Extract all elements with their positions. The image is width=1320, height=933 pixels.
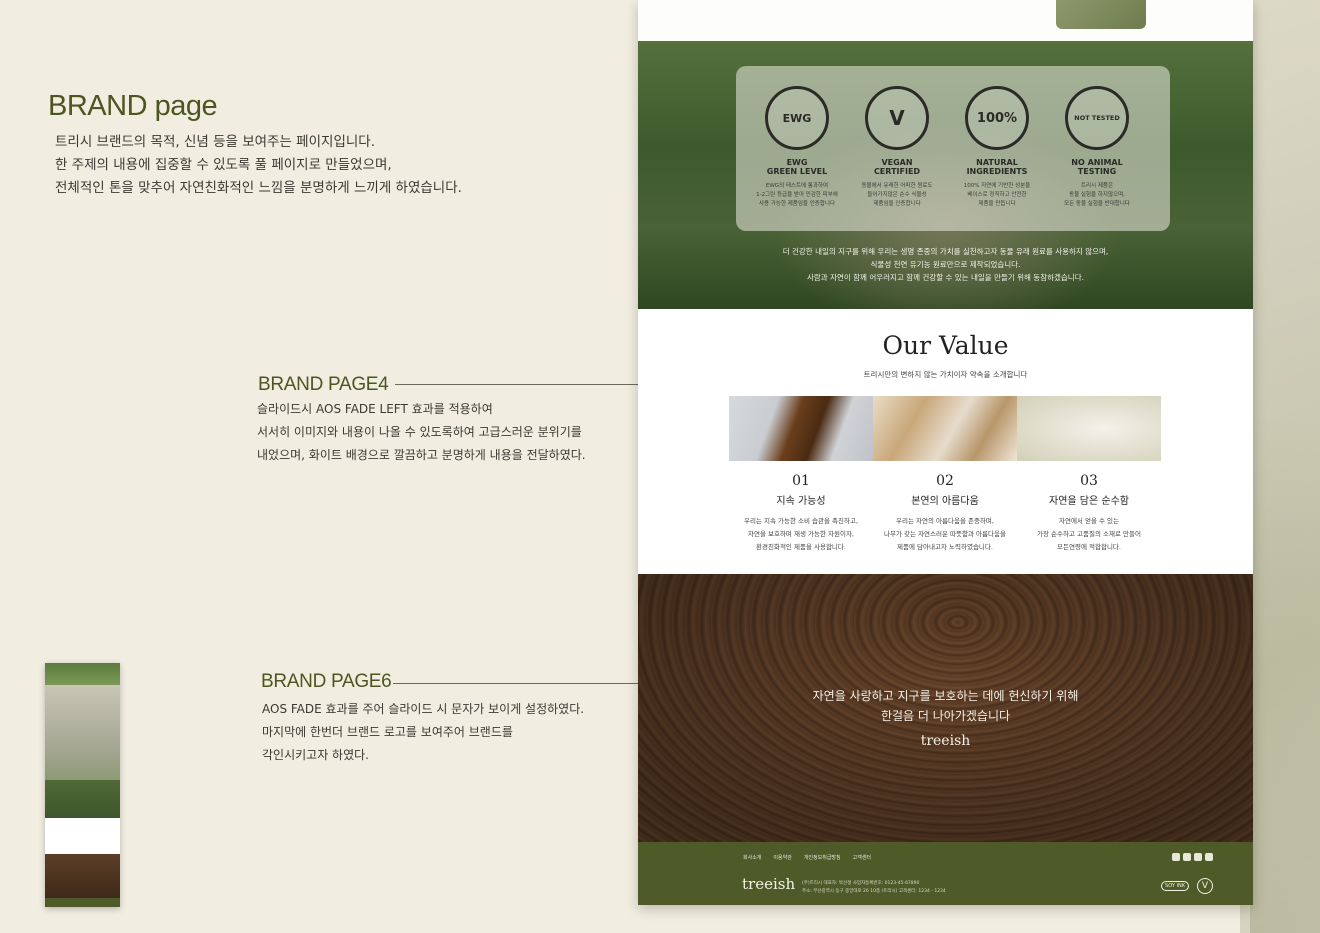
our-value-subtitle: 트리시만의 변하지 않는 가치이자 약속을 소개합니다: [863, 370, 1028, 379]
value-image-brush: [873, 396, 1017, 461]
section-label-page6: BRAND PAGE6: [261, 671, 392, 692]
value-name: 자연을 담은 순수함: [1049, 496, 1129, 507]
certification-box: EWG EWG GREEN LEVEL EWG의 테스트에 통과하여 1-2그린…: [736, 66, 1170, 231]
full-page-thumbnail: [45, 663, 120, 907]
our-value-title: Our Value: [882, 331, 1009, 360]
cert-name: NO ANIMAL TESTING: [1071, 158, 1123, 176]
top-strip: [638, 0, 1253, 41]
thumb-value: [45, 818, 120, 854]
our-value-section: Our Value 트리시만의 변하지 않는 가치이자 약속을 소개합니다 01…: [638, 309, 1253, 574]
thumb-story: [45, 685, 120, 780]
facebook-icon[interactable]: [1205, 853, 1213, 861]
brand-page-preview: EWG EWG GREEN LEVEL EWG의 테스트에 통과하여 1-2그린…: [638, 0, 1253, 905]
value-image-leaf: [1017, 396, 1161, 461]
footer-logo[interactable]: treeish: [742, 875, 795, 893]
footer-company-info: (주)트리시 대표자: 박선생 사업자등록번호: 0123-45-67890 주…: [802, 881, 946, 894]
cert-text: EWG의 테스트에 통과하여 1-2그린 등급을 받아 민감한 피부에 사용 가…: [756, 183, 838, 207]
top-leaf-image: [1056, 0, 1146, 29]
thumb-hero: [45, 663, 120, 685]
value-item-1: 01 지속 가능성 우리는 지속 가능한 소비 습관을 촉진하고, 자연을 보호…: [729, 396, 873, 554]
section-desc-line: 내었으며, 화이트 배경으로 깔끔하고 분명하게 내용을 전달하였다.: [257, 448, 586, 462]
value-text: 우리는 지속 가능한 소비 습관을 촉진하고, 자연을 보호하며 재생 가능한 …: [743, 517, 859, 551]
tree-ring-section: 자연을 사랑하고 지구를 보호하는 데에 헌신하기 위해 한걸음 더 나아가겠습…: [638, 574, 1253, 842]
cert-natural: 100% NATURAL INGREDIENTS 100% 자연에 기반한 성분…: [952, 86, 1042, 209]
brand-page-title: BRAND page: [48, 90, 218, 122]
section-desc-line: 서서히 이미지와 내용이 나올 수 있도록하여 고급스러운 분위기를: [257, 425, 582, 439]
youtube-icon[interactable]: [1194, 853, 1202, 861]
forest-statement: 더 건강한 내일의 지구를 위해 우리는 생명 존중의 가치를 실천하고자 동물…: [782, 247, 1109, 282]
value-number: 01: [792, 473, 810, 489]
footer-links: 회사소개 이용약관 개인정보취급방침 고객센터: [743, 854, 871, 861]
thumb-cert: [45, 780, 120, 818]
cert-ewg: EWG EWG GREEN LEVEL EWG의 테스트에 통과하여 1-2그린…: [752, 86, 842, 209]
site-footer: 회사소개 이용약관 개인정보취급방침 고객센터 treeish (주)트리시 대…: [638, 842, 1253, 905]
footer-link-terms[interactable]: 이용약관: [773, 854, 791, 861]
brand-desc-line: 전체적인 톤을 맞추어 자연친화적인 느낌을 분명하게 느끼게 하였습니다.: [55, 180, 462, 196]
value-image-bottles: [729, 396, 873, 461]
section-desc-line: AOS FADE 효과를 주어 슬라이드 시 문자가 보이게 설정하였다.: [262, 702, 585, 716]
value-text: 우리는 자연의 아름다움을 존중하며, 나무가 갖는 자연스러운 따뜻함과 아름…: [884, 517, 1006, 551]
value-text: 자연에서 얻을 수 있는 가장 순수하고 고품질의 소재로 만들어 모든연령에 …: [1037, 517, 1141, 551]
background-leaf-decoration-2: [1250, 420, 1320, 933]
cert-name: VEGAN CERTIFIED: [873, 158, 921, 176]
brand-desc-line: 한 주제의 내용에 집중할 수 있도록 풀 페이지로 만들었으며,: [55, 157, 392, 173]
vegan-badge-icon: V: [1197, 878, 1213, 894]
thumb-footer: [45, 898, 120, 907]
wood-statement: 자연을 사랑하고 지구를 보호하는 데에 헌신하기 위해 한걸음 더 나아가겠습…: [812, 689, 1079, 723]
cert-text: 트리시 제품은 동물 실험을 하지않으며, 모든 동물 실험을 반대합니다: [1064, 183, 1130, 207]
section-label-page4: BRAND PAGE4: [258, 374, 389, 395]
value-item-2: 02 본연의 아름다움 우리는 자연의 아름다움을 존중하며, 나무가 갖는 자…: [873, 396, 1017, 554]
soy-ink-badge-icon: SOY INK: [1161, 881, 1189, 891]
footer-social-icons: [1172, 853, 1213, 861]
brand-desc-line: 트리시 브랜드의 목적, 신념 등을 보여주는 페이지입니다.: [55, 134, 375, 150]
value-name: 본연의 아름다움: [911, 496, 979, 507]
brand-page-description: 트리시 브랜드의 목적, 신념 등을 보여주는 페이지입니다. 한 주제의 내용…: [55, 131, 615, 200]
footer-link-privacy[interactable]: 개인정보취급방침: [804, 854, 841, 861]
kakao-icon[interactable]: [1172, 853, 1180, 861]
instagram-icon[interactable]: [1183, 853, 1191, 861]
footer-link-about[interactable]: 회사소개: [743, 854, 761, 861]
cert-vegan: V VEGAN CERTIFIED 동물에서 유래한 어떠한 원료도 들어가지않…: [852, 86, 942, 209]
section-divider-line: [393, 683, 638, 684]
certification-section: EWG EWG GREEN LEVEL EWG의 테스트에 통과하여 1-2그린…: [638, 41, 1253, 309]
value-item-3: 03 자연을 담은 순수함 자연에서 얻을 수 있는 가장 순수하고 고품질의 …: [1017, 396, 1161, 554]
footer-link-support[interactable]: 고객센터: [853, 854, 871, 861]
not-tested-rabbit-icon: NOT TESTED: [1065, 86, 1129, 150]
section-divider-line: [395, 384, 638, 385]
cert-text: 동물에서 유래한 어떠한 원료도 들어가지않은 순수 식물성 제품임을 인증합니…: [861, 183, 933, 207]
section-desc-page6: AOS FADE 효과를 주어 슬라이드 시 문자가 보이게 설정하였다. 마지…: [262, 698, 584, 767]
value-number: 03: [1080, 473, 1098, 489]
cert-name: EWG GREEN LEVEL: [766, 158, 828, 176]
footer-badges: SOY INK V: [1161, 878, 1213, 894]
section-desc-line: 각인시키고자 하였다.: [262, 748, 369, 762]
section-desc-page4: 슬라이드시 AOS FADE LEFT 효과를 적용하여 서서히 이미지와 내용…: [257, 398, 586, 467]
treeish-logo: treeish: [920, 733, 971, 749]
cert-name: NATURAL INGREDIENTS: [966, 158, 1028, 176]
cert-no-animal: NOT TESTED NO ANIMAL TESTING 트리시 제품은 동물 …: [1052, 86, 1142, 209]
ewg-verified-icon: EWG: [765, 86, 829, 150]
cert-text: 100% 자연에 기반한 성분을 베이스로 정직하고 안전한 제품을 만듭니다: [963, 183, 1031, 207]
value-number: 02: [936, 473, 954, 489]
thumb-wood: [45, 854, 120, 898]
section-desc-line: 마지막에 한번더 브랜드 로고를 보여주어 브랜드를: [262, 725, 513, 739]
section-desc-line: 슬라이드시 AOS FADE LEFT 효과를 적용하여: [257, 402, 493, 416]
value-name: 지속 가능성: [776, 496, 826, 507]
vegan-label-icon: V: [865, 86, 929, 150]
natural-100-icon: 100%: [965, 86, 1029, 150]
